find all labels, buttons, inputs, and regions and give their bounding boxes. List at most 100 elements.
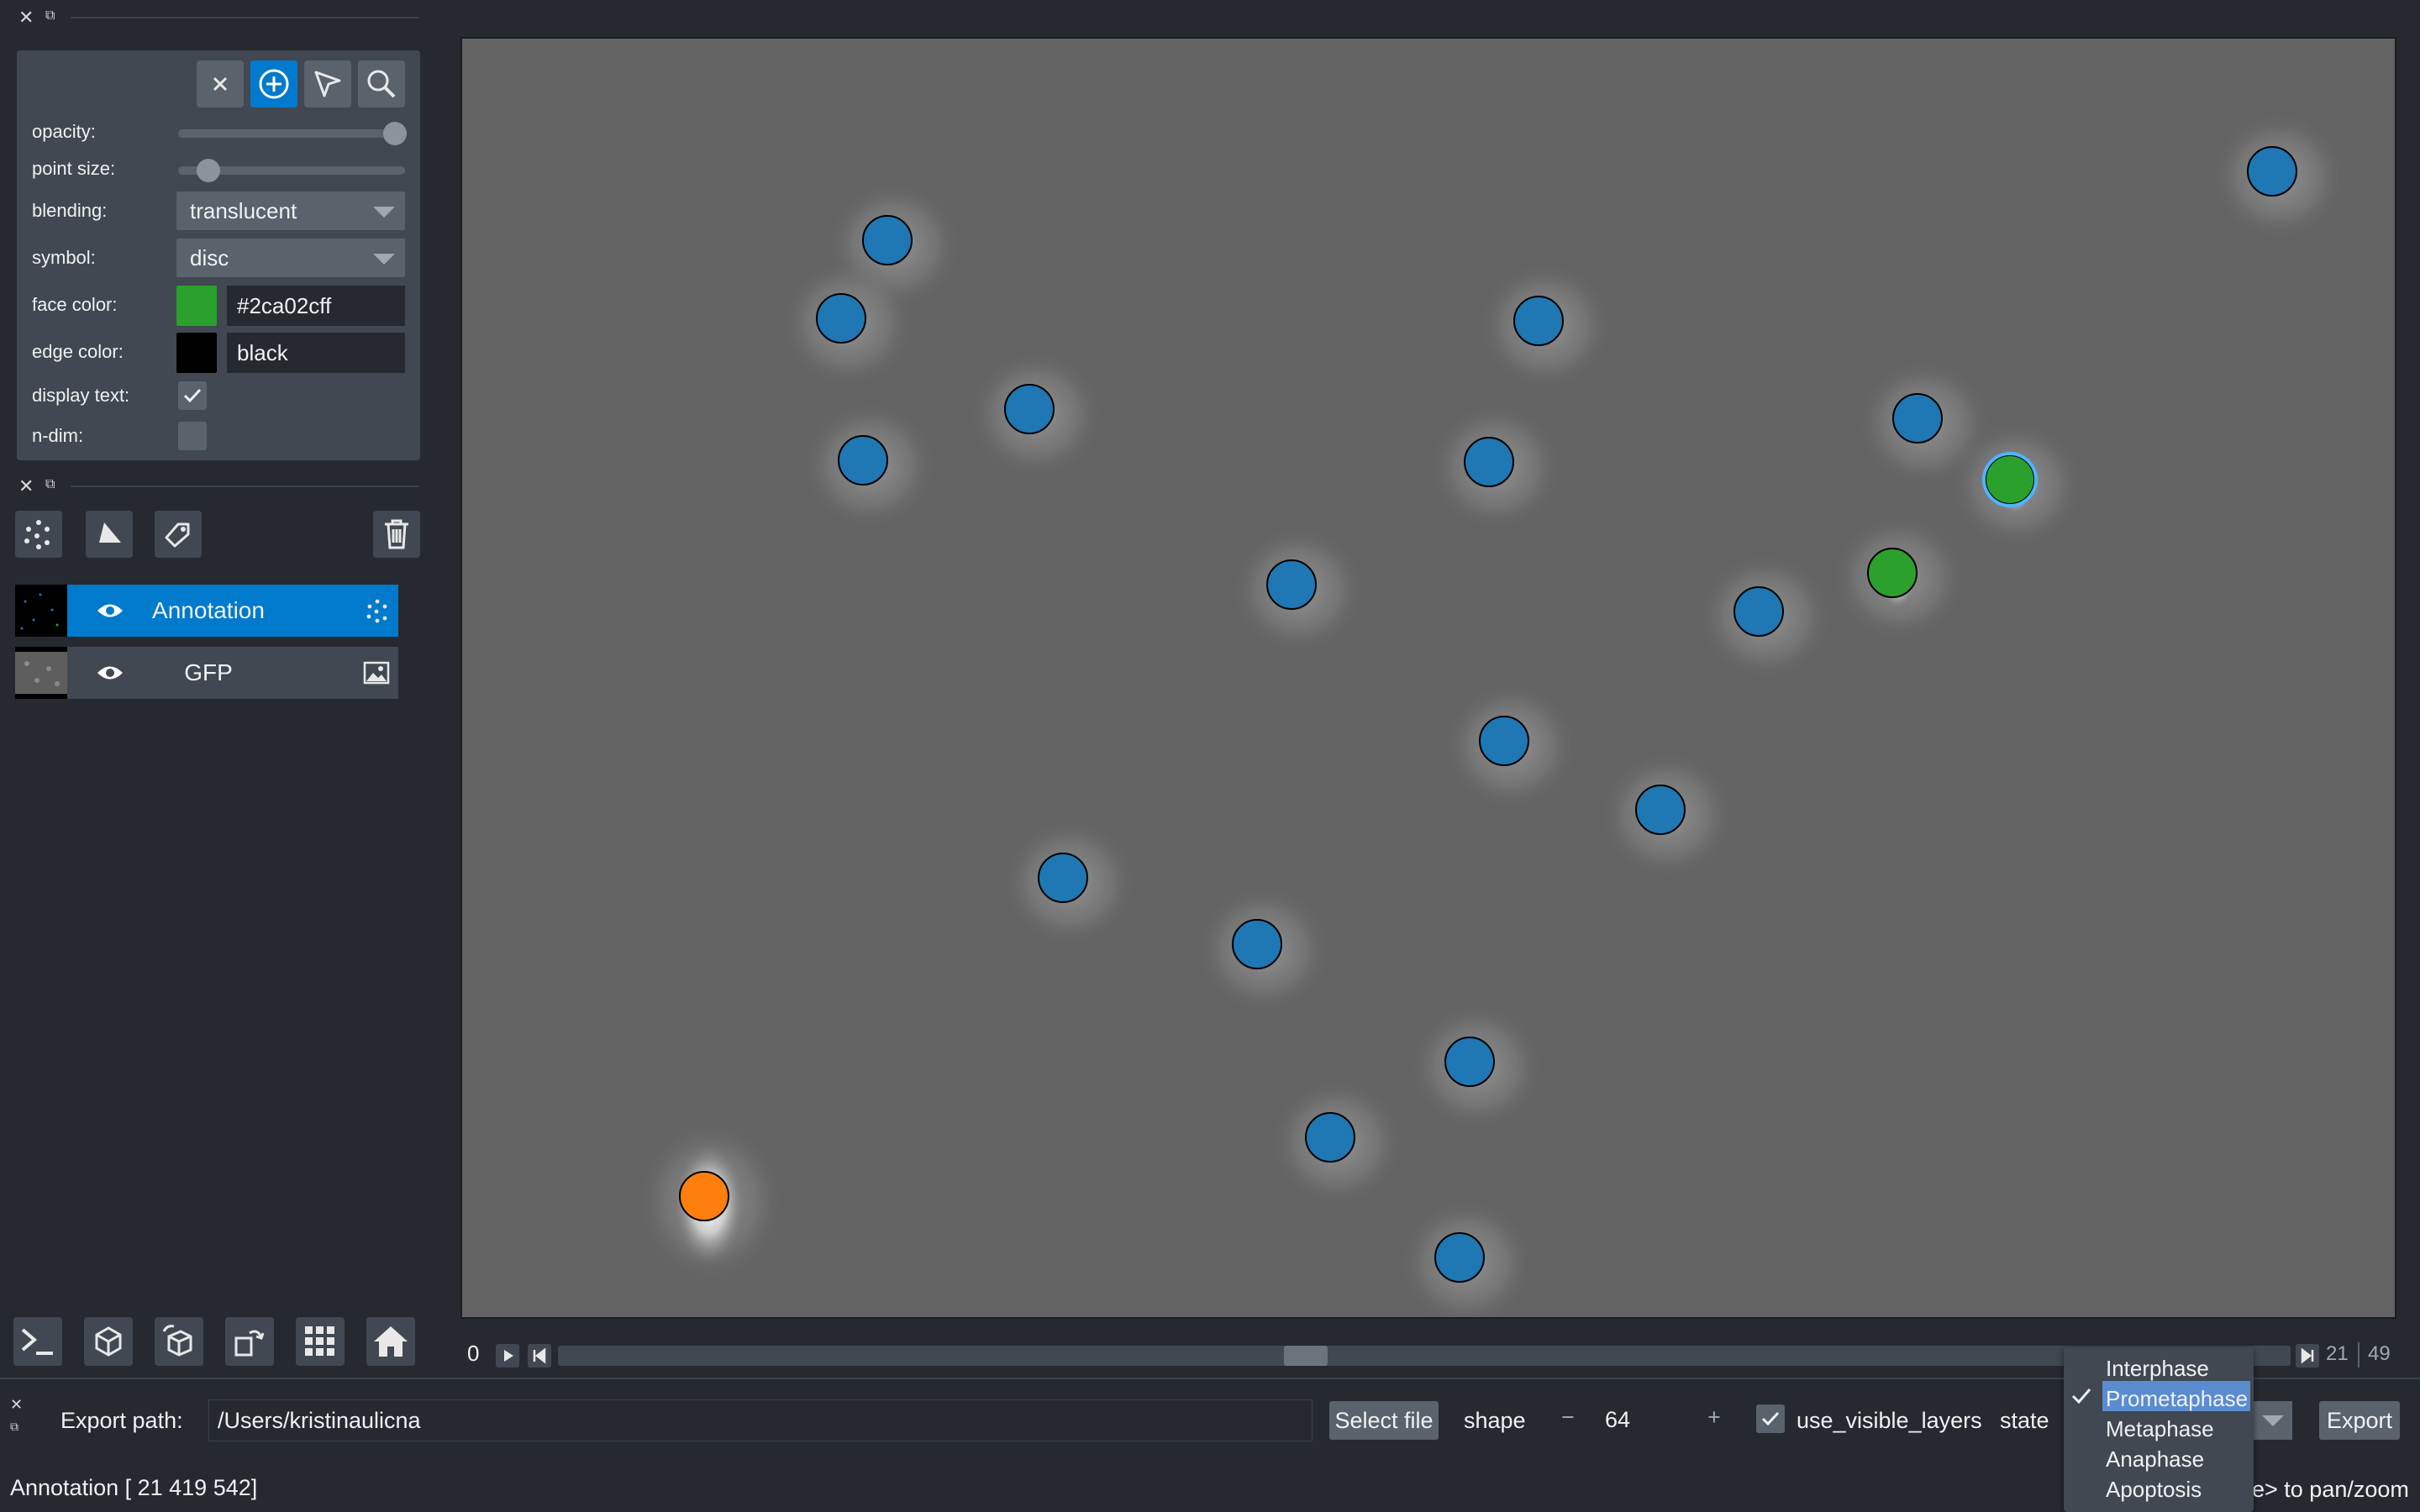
menu-item-prometaphase[interactable]: Prometaphase <box>2106 1386 2248 1412</box>
annotation-point[interactable] <box>1985 454 2035 505</box>
pan-zoom-icon <box>367 70 396 98</box>
grid-icon <box>305 1326 334 1356</box>
layer-row-annotation[interactable]: Annotation <box>15 585 398 637</box>
edge-color-input[interactable]: black <box>227 333 405 373</box>
close-icon <box>213 76 228 92</box>
transpose-icon <box>234 1330 265 1357</box>
image-layer-icon <box>363 661 390 685</box>
shape-value: 64 <box>1605 1407 1631 1432</box>
roll-dimensions-button[interactable] <box>155 1317 203 1366</box>
export-path-value: /Users/kristinaulicna <box>218 1408 421 1433</box>
menu-item-anaphase[interactable]: Anaphase <box>2106 1446 2204 1473</box>
status-help-text: e> to pan/zoom <box>2252 1477 2409 1502</box>
select-points-button[interactable] <box>304 60 351 108</box>
annotation-point[interactable] <box>2247 146 2297 197</box>
close-dock-icon[interactable]: ✕ <box>18 7 34 29</box>
n-dim-checkbox[interactable] <box>178 422 207 450</box>
annotation-point[interactable] <box>838 435 888 486</box>
new-shapes-icon <box>99 522 121 543</box>
gfp-cell-blobs <box>635 111 2348 1317</box>
layer-row-gfp[interactable]: GFP <box>15 647 398 699</box>
layer-name-annotation[interactable]: Annotation <box>116 585 301 637</box>
play-icon[interactable] <box>496 1344 519 1368</box>
close-dock-icon[interactable]: ✕ <box>18 475 34 497</box>
menu-item-interphase[interactable]: Interphase <box>2106 1356 2209 1382</box>
display-text-checkbox[interactable] <box>178 381 207 410</box>
layer-name-gfp[interactable]: GFP <box>116 647 301 699</box>
home-button[interactable] <box>366 1317 415 1366</box>
annotation-point[interactable] <box>1464 437 1514 487</box>
export-path-input[interactable]: /Users/kristinaulicna <box>208 1399 1313 1441</box>
dock-title-rule <box>71 486 418 487</box>
point-size-slider-handle[interactable] <box>197 159 220 182</box>
new-points-icon <box>24 520 50 549</box>
add-points-button[interactable] <box>250 60 297 108</box>
annotation-point[interactable] <box>1733 586 1784 637</box>
dims-slider-handle[interactable] <box>1284 1346 1328 1366</box>
add-points-icon <box>259 69 289 99</box>
grid-mode-button[interactable] <box>296 1317 345 1366</box>
annotation-point[interactable] <box>1266 559 1317 610</box>
step-first-icon[interactable] <box>528 1344 551 1368</box>
step-last-icon[interactable] <box>2296 1344 2319 1368</box>
new-shapes-layer-button[interactable] <box>86 511 133 558</box>
face-color-swatch[interactable] <box>176 286 217 326</box>
blending-dropdown[interactable]: translucent <box>176 192 405 230</box>
annotation-point[interactable] <box>1479 716 1529 766</box>
new-points-layer-button[interactable] <box>15 511 62 558</box>
menu-item-metaphase[interactable]: Metaphase <box>2106 1416 2214 1442</box>
annotation-point[interactable] <box>1892 393 1943 444</box>
plus-icon[interactable]: + <box>1707 1404 1721 1431</box>
float-dock-icon[interactable]: ⧉ <box>10 1420 18 1434</box>
delete-selected-points-button[interactable] <box>197 60 244 108</box>
export-button[interactable]: Export <box>2319 1401 2400 1440</box>
edge-color-swatch[interactable] <box>176 333 217 373</box>
blending-label: blending: <box>32 200 108 221</box>
annotation-point[interactable] <box>1635 785 1686 835</box>
dims-slider-track[interactable] <box>558 1346 2291 1366</box>
select-points-icon <box>314 71 341 97</box>
float-dock-icon[interactable]: ⧉ <box>45 477 55 492</box>
annotation-point[interactable] <box>816 293 866 344</box>
minus-icon[interactable]: − <box>1561 1404 1575 1431</box>
delete-layer-button[interactable] <box>373 511 420 558</box>
float-dock-icon[interactable]: ⧉ <box>45 8 55 24</box>
annotation-point[interactable] <box>1004 384 1055 434</box>
ndisplay-button[interactable] <box>84 1317 133 1366</box>
annotation-point[interactable] <box>679 1171 729 1221</box>
image-canvas[interactable] <box>462 39 2395 1317</box>
annotation-point[interactable] <box>1513 296 1564 346</box>
annotation-point[interactable] <box>862 215 913 265</box>
annotation-point[interactable] <box>1867 548 1918 598</box>
home-icon <box>374 1326 408 1357</box>
annotation-point[interactable] <box>1434 1232 1485 1283</box>
close-dock-icon[interactable]: ✕ <box>10 1396 23 1414</box>
symbol-dropdown[interactable]: disc <box>176 239 405 277</box>
annotation-point[interactable] <box>1232 919 1282 969</box>
opacity-slider-handle[interactable] <box>383 122 407 145</box>
dims-current-frame[interactable]: 21 <box>2326 1342 2349 1366</box>
state-dropdown-arrow[interactable] <box>2254 1401 2292 1440</box>
new-labels-icon <box>165 522 190 548</box>
state-label: state <box>2000 1408 2049 1433</box>
bottom-dock-divider <box>0 1378 2420 1379</box>
blending-value: translucent <box>190 198 297 223</box>
face-color-input[interactable]: #2ca02cff <box>227 286 405 326</box>
viewer-canvas[interactable] <box>460 37 2396 1319</box>
annotation-point[interactable] <box>1305 1112 1355 1163</box>
shape-spinbox[interactable]: − 64 + <box>1551 1399 1734 1441</box>
menu-item-apoptosis[interactable]: Apoptosis <box>2106 1477 2202 1503</box>
annotation-point[interactable] <box>1444 1037 1495 1087</box>
n-dim-label: n-dim: <box>32 425 84 446</box>
ndisplay-icon <box>95 1326 122 1357</box>
pan-zoom-button[interactable] <box>358 60 405 108</box>
new-labels-layer-button[interactable] <box>155 511 202 558</box>
console-button[interactable] <box>13 1317 62 1366</box>
annotation-point[interactable] <box>1038 853 1088 903</box>
use-visible-layers-checkbox[interactable] <box>1756 1404 1785 1433</box>
opacity-slider[interactable] <box>178 129 405 138</box>
transpose-dimensions-button[interactable] <box>225 1317 274 1366</box>
edge-color-label: edge color: <box>32 341 124 362</box>
display-text-label: display text: <box>32 385 130 406</box>
select-file-button[interactable]: Select file <box>1329 1401 1439 1440</box>
